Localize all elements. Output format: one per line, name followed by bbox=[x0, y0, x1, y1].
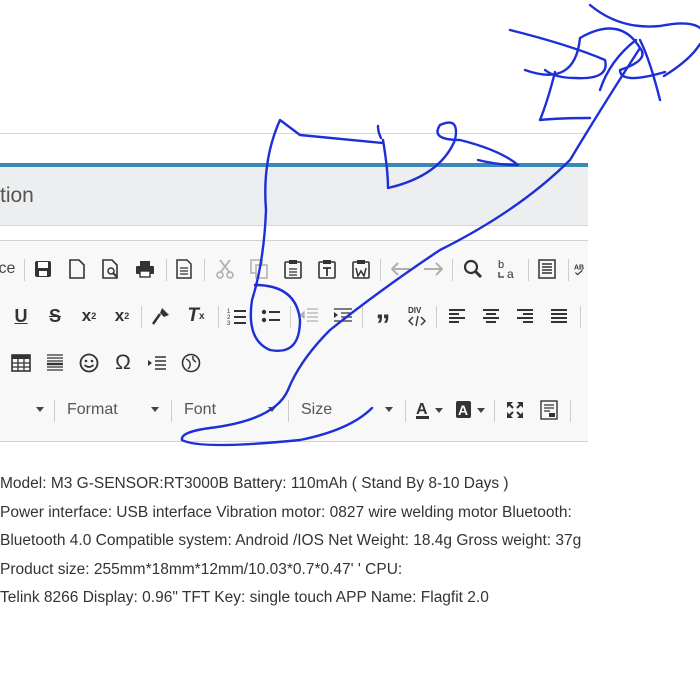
bulleted-list-icon[interactable] bbox=[260, 303, 282, 329]
page-break-icon[interactable] bbox=[146, 350, 168, 376]
copy-icon[interactable] bbox=[248, 256, 270, 282]
separator bbox=[380, 259, 381, 281]
separator bbox=[452, 259, 453, 281]
background-color-icon[interactable]: A bbox=[454, 397, 488, 423]
dialog-header: tion bbox=[0, 167, 588, 226]
separator bbox=[290, 306, 291, 328]
copy-formatting-icon[interactable] bbox=[150, 303, 172, 329]
svg-text:DIV: DIV bbox=[408, 306, 422, 315]
chevron-down-icon bbox=[385, 407, 393, 412]
creatediv-icon[interactable]: DIV bbox=[406, 303, 428, 329]
replace-icon[interactable]: ba bbox=[496, 256, 520, 282]
editor-content[interactable]: Model: M3 G-SENSOR:RT3000B Battery: 110m… bbox=[0, 470, 588, 613]
maximize-icon[interactable] bbox=[504, 397, 526, 423]
special-char-icon[interactable]: Ω bbox=[112, 350, 134, 376]
font-dropdown[interactable]: Font bbox=[184, 396, 276, 424]
separator bbox=[405, 400, 406, 422]
superscript-icon[interactable]: x2 bbox=[111, 303, 133, 329]
format-label: Format bbox=[67, 401, 118, 418]
paste-icon[interactable] bbox=[282, 256, 304, 282]
find-icon[interactable] bbox=[462, 256, 484, 282]
justify-icon[interactable] bbox=[548, 303, 570, 329]
separator bbox=[218, 306, 219, 328]
font-label: Font bbox=[184, 401, 217, 418]
iframe-icon[interactable] bbox=[180, 350, 202, 376]
remove-format-icon[interactable]: Tx bbox=[184, 303, 208, 329]
strikethrough-icon[interactable]: S bbox=[44, 303, 66, 329]
size-label: Size bbox=[301, 401, 333, 418]
new-page-icon[interactable] bbox=[66, 256, 88, 282]
subscript-icon[interactable]: x2 bbox=[78, 303, 100, 329]
separator bbox=[528, 259, 529, 281]
separator bbox=[288, 400, 289, 422]
print-icon[interactable] bbox=[134, 256, 156, 282]
redo-icon[interactable] bbox=[422, 256, 444, 282]
underline-icon[interactable]: U bbox=[10, 303, 32, 329]
source-button[interactable]: ce bbox=[0, 256, 15, 282]
table-icon[interactable] bbox=[10, 350, 32, 376]
templates-icon[interactable] bbox=[174, 256, 194, 282]
separator bbox=[362, 306, 363, 328]
editor-window: tion ce b a AB U S x 2 x 2 T x 1 2 3 ” D… bbox=[0, 0, 588, 700]
svg-text:b: b bbox=[498, 259, 504, 271]
align-center-icon[interactable] bbox=[480, 303, 502, 329]
content-line: Model: M3 G-SENSOR:RT3000B Battery: 110m… bbox=[0, 475, 509, 492]
numbered-list-icon[interactable]: 123 bbox=[226, 303, 248, 329]
content-line: Telink 8266 Display: 0.96" TFT Key: sing… bbox=[0, 589, 489, 607]
separator bbox=[166, 259, 167, 281]
toolbar-row-3: Ω bbox=[0, 345, 588, 383]
save-icon[interactable] bbox=[32, 256, 54, 282]
cut-icon[interactable] bbox=[214, 256, 236, 282]
dialog-title: tion bbox=[0, 184, 34, 207]
content-line: Power interface: USB interface Vibration… bbox=[0, 503, 572, 521]
spellcheck-icon[interactable]: AB bbox=[574, 256, 588, 282]
divider bbox=[0, 133, 588, 134]
size-dropdown[interactable]: Size bbox=[301, 396, 393, 424]
outdent-icon[interactable] bbox=[298, 303, 320, 329]
chevron-down-icon bbox=[151, 407, 159, 412]
show-blocks-icon[interactable] bbox=[538, 397, 560, 423]
align-right-icon[interactable] bbox=[514, 303, 536, 329]
paste-word-icon[interactable] bbox=[350, 256, 372, 282]
separator bbox=[568, 259, 569, 281]
separator bbox=[54, 400, 55, 422]
toolbar-row-1: ce b a AB bbox=[0, 251, 588, 289]
separator bbox=[570, 400, 571, 422]
styles-dropdown[interactable] bbox=[0, 396, 44, 424]
separator bbox=[494, 400, 495, 422]
separator bbox=[204, 259, 205, 281]
paste-text-icon[interactable] bbox=[316, 256, 338, 282]
rich-text-toolbar: ce b a AB U S x 2 x 2 T x 1 2 3 ” DIV Ω … bbox=[0, 240, 588, 442]
indent-icon[interactable] bbox=[332, 303, 354, 329]
toolbar-row-2: U S x2 x2 Tx 123 ” DIV bbox=[0, 298, 588, 341]
blockquote-icon[interactable]: ” bbox=[372, 303, 394, 341]
svg-text:a: a bbox=[507, 267, 514, 280]
chevron-down-icon bbox=[268, 407, 276, 412]
content-line: Bluetooth 4.0 Compatible system: Android… bbox=[0, 532, 582, 550]
separator bbox=[24, 259, 25, 281]
horizontal-line-icon[interactable] bbox=[44, 350, 66, 376]
separator bbox=[141, 306, 142, 328]
smiley-icon[interactable] bbox=[78, 350, 100, 376]
separator bbox=[436, 306, 437, 328]
preview-icon[interactable] bbox=[100, 256, 122, 282]
content-line: Product size: 255mm*18mm*12mm/10.03*0.7*… bbox=[0, 560, 403, 578]
separator bbox=[171, 400, 172, 422]
text-color-icon[interactable]: A bbox=[414, 397, 446, 423]
select-all-icon[interactable] bbox=[536, 256, 558, 282]
format-dropdown[interactable]: Format bbox=[67, 396, 159, 424]
svg-text:A: A bbox=[416, 401, 428, 418]
undo-icon[interactable] bbox=[390, 256, 412, 282]
svg-text:A: A bbox=[458, 402, 468, 418]
align-left-icon[interactable] bbox=[446, 303, 468, 329]
chevron-down-icon bbox=[36, 407, 44, 412]
svg-text:3: 3 bbox=[227, 321, 231, 326]
toolbar-row-4: Format Font Size A A bbox=[0, 392, 588, 430]
separator bbox=[580, 306, 581, 328]
